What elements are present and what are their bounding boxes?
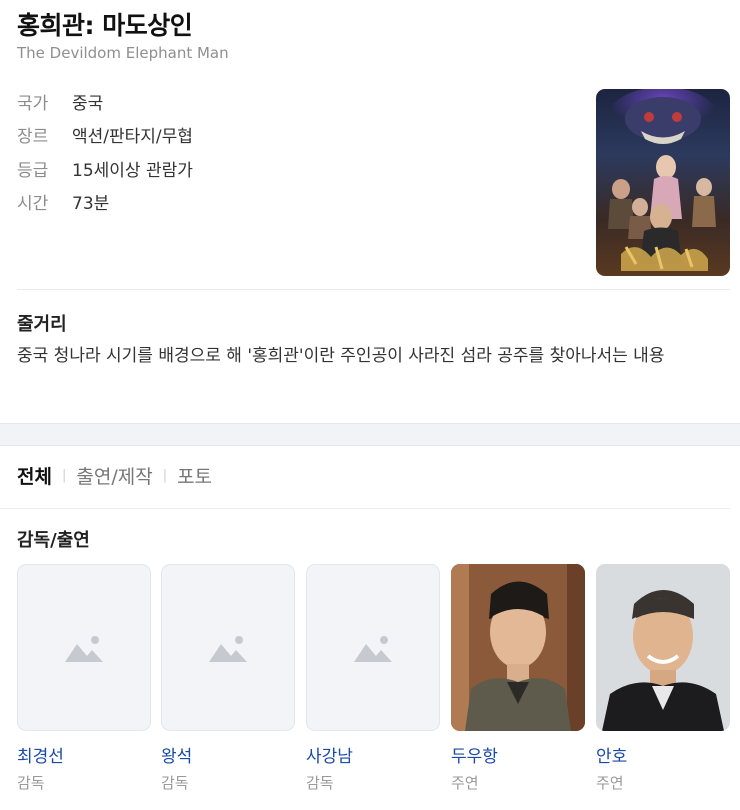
person-role: 감독 xyxy=(17,774,45,792)
movie-poster[interactable] xyxy=(596,89,730,276)
info-value: 액션/판타지/무협 xyxy=(72,127,193,147)
image-placeholder-icon xyxy=(354,635,392,662)
tab-photo[interactable]: 포토 xyxy=(177,462,212,489)
plot-text: 중국 청나라 시기를 배경으로 해 '홍희관'이란 주인공이 사라진 섬라 공주… xyxy=(17,346,665,366)
person-role: 감독 xyxy=(161,774,189,792)
movie-title[interactable]: 홍희관: 마도상인 xyxy=(17,6,193,42)
tab-all[interactable]: 전체 xyxy=(17,462,52,489)
person-photo[interactable] xyxy=(596,564,730,731)
image-placeholder-icon xyxy=(65,635,103,662)
info-label: 등급 xyxy=(17,161,49,181)
person-name[interactable]: 왕석 xyxy=(161,742,295,767)
movie-info-card: 홍희관: 마도상인 The Devildom Elephant Man 국가 중… xyxy=(0,0,740,423)
section-gap xyxy=(0,423,740,446)
cast-heading: 감독/출연 xyxy=(17,530,90,551)
tab-cast-crew[interactable]: 출연/제작 xyxy=(76,462,152,489)
person-photo[interactable] xyxy=(306,564,440,731)
person-name[interactable]: 사강남 xyxy=(306,742,440,767)
section-divider xyxy=(17,289,730,290)
person-card[interactable]: 왕석 감독 xyxy=(161,564,295,793)
info-label: 시간 xyxy=(17,194,49,214)
person-card[interactable]: 사강남 감독 xyxy=(306,564,440,793)
info-row-country: 국가 중국 xyxy=(17,89,103,114)
info-row-rating: 등급 15세이상 관람가 xyxy=(17,156,193,181)
person-photo[interactable] xyxy=(17,564,151,731)
person-card[interactable]: 최경선 감독 xyxy=(17,564,151,793)
tab-divider xyxy=(0,508,730,509)
info-value: 15세이상 관람가 xyxy=(72,161,193,181)
person-name[interactable]: 두우항 xyxy=(451,742,585,767)
person-photo[interactable] xyxy=(161,564,295,731)
person-photo[interactable] xyxy=(451,564,585,731)
poster-image xyxy=(596,89,730,276)
info-row-genre: 장르 액션/판타지/무협 xyxy=(17,122,193,147)
tab-separator: | xyxy=(61,468,67,483)
info-label: 국가 xyxy=(17,94,49,114)
person-role: 주연 xyxy=(451,774,479,792)
info-label: 장르 xyxy=(17,127,49,147)
person-card[interactable]: 두우항 주연 xyxy=(451,564,585,793)
person-name[interactable]: 안호 xyxy=(596,742,730,767)
tab-bar: 전체 | 출연/제작 | 포토 xyxy=(17,462,212,489)
person-name[interactable]: 최경선 xyxy=(17,742,151,767)
portrait-image xyxy=(596,564,730,731)
info-value: 중국 xyxy=(72,94,104,114)
person-card[interactable]: 안호 주연 xyxy=(596,564,730,793)
movie-original-title: The Devildom Elephant Man xyxy=(17,44,229,62)
person-role: 주연 xyxy=(596,774,624,792)
tab-separator: | xyxy=(162,468,168,483)
plot-heading: 줄거리 xyxy=(17,314,67,335)
info-value: 73분 xyxy=(72,194,110,214)
info-row-runtime: 시간 73분 xyxy=(17,189,109,214)
image-placeholder-icon xyxy=(209,635,247,662)
person-role: 감독 xyxy=(306,774,334,792)
portrait-image xyxy=(451,564,585,731)
